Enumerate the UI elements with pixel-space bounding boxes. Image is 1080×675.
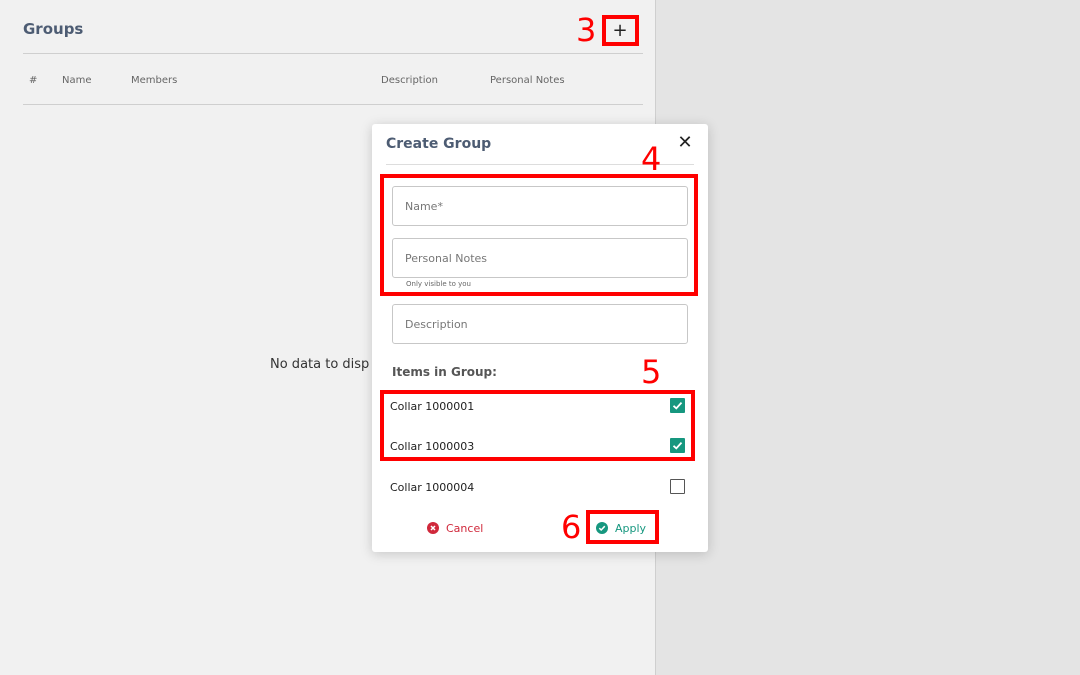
annotation-number-6: 6 bbox=[561, 508, 582, 546]
list-item: Collar 1000004 bbox=[390, 478, 688, 498]
annotation-number-5: 5 bbox=[641, 353, 662, 391]
close-icon[interactable]: ✕ bbox=[676, 134, 694, 152]
item-label: Collar 1000004 bbox=[390, 481, 475, 494]
page-title: Groups bbox=[23, 20, 84, 38]
dialog-title: Create Group bbox=[386, 136, 492, 152]
column-header-number: # bbox=[29, 75, 38, 86]
annotation-box-5 bbox=[380, 390, 695, 461]
header-divider bbox=[23, 104, 643, 105]
description-input[interactable] bbox=[392, 304, 688, 344]
column-header-members: Members bbox=[131, 75, 178, 86]
column-header-name: Name bbox=[62, 75, 92, 86]
column-header-description: Description bbox=[381, 75, 438, 86]
items-in-group-label: Items in Group: bbox=[392, 365, 497, 379]
cancel-button[interactable]: Cancel bbox=[427, 518, 483, 538]
annotation-number-4: 4 bbox=[641, 140, 662, 178]
cancel-circle-icon bbox=[427, 522, 439, 534]
annotation-box-3 bbox=[602, 15, 639, 46]
annotation-box-4 bbox=[380, 174, 698, 296]
column-header-personal-notes: Personal Notes bbox=[490, 75, 565, 86]
cancel-label: Cancel bbox=[446, 521, 484, 535]
item-checkbox[interactable] bbox=[670, 479, 685, 494]
annotation-box-6 bbox=[586, 510, 659, 544]
empty-state-text: No data to disp bbox=[270, 357, 370, 372]
annotation-number-3: 3 bbox=[576, 11, 597, 49]
title-divider bbox=[23, 53, 643, 54]
